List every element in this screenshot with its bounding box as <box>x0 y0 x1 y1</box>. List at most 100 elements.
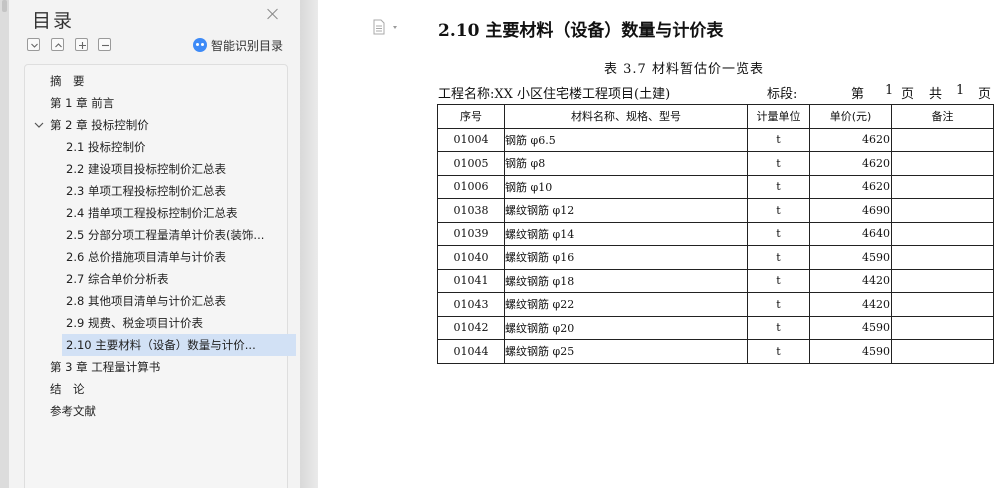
document-page[interactable]: 2.10 主要材料（设备）数量与计价表 表 3.7 材料暂估价一览表 工程名称:… <box>318 0 1006 488</box>
toc-item-2-9[interactable]: 2.9 规费、税金项目计价表 <box>66 312 282 334</box>
table-row: 01005 钢筋 φ8 t 4620 <box>437 151 994 176</box>
toc-item-label: 2.7 综合单价分析表 <box>66 272 169 286</box>
price-cell: 4590 <box>809 315 892 340</box>
table-row: 01006 钢筋 φ10 t 4620 <box>437 174 994 199</box>
toc-item-label: 结 论 <box>50 382 85 396</box>
page-total-prefix: 共 <box>929 87 943 102</box>
toc-item-2-7[interactable]: 2.7 综合单价分析表 <box>66 268 282 290</box>
add-heading-icon[interactable] <box>75 38 88 51</box>
unit-cell: t <box>747 245 810 270</box>
scrollbar-thumb[interactable] <box>2 0 7 12</box>
unit-cell: t <box>747 292 810 317</box>
remark-cell <box>891 198 994 223</box>
toc-item-label: 2.9 规费、税金项目计价表 <box>66 316 203 330</box>
price-cell: 4690 <box>809 198 892 223</box>
remove-heading-icon[interactable] <box>98 38 111 51</box>
table-header-row: 序号 材料名称、规格、型号 计量单位 单价(元) 备注 <box>437 104 994 129</box>
table-row: 01040 螺纹钢筋 φ16 t 4590 <box>437 245 994 270</box>
price-cell: 4420 <box>809 268 892 293</box>
toc-item-references[interactable]: 参考文献 <box>50 400 286 422</box>
remark-cell <box>891 221 994 246</box>
toc-item-label: 2.10 主要材料（设备）数量与计价... <box>66 338 256 352</box>
toc-item-label: 2.2 建设项目投标控制价汇总表 <box>66 162 226 176</box>
toc-navigation-pane: 目录 智能识别目录 摘 要 第 1 章 前言 第 2 章 投标控制价 2.1 投… <box>0 0 300 488</box>
material-name-cell: 钢筋 φ10 <box>504 174 748 199</box>
table-row: 01038 螺纹钢筋 φ12 t 4690 <box>437 198 994 223</box>
collapse-all-icon[interactable] <box>27 38 40 51</box>
code-cell: 01042 <box>437 315 505 340</box>
header-cell: 计量单位 <box>747 104 810 129</box>
price-cell: 4620 <box>809 174 892 199</box>
material-name-cell: 螺纹钢筋 φ14 <box>504 221 748 246</box>
price-cell: 4420 <box>809 292 892 317</box>
toc-item-label: 2.5 分部分项工程量清单计价表(装饰... <box>66 228 265 242</box>
remark-cell <box>891 339 994 364</box>
table-row: 01004 钢筋 φ6.5 t 4620 <box>437 127 994 152</box>
material-name-cell: 钢筋 φ6.5 <box>504 127 748 152</box>
smart-toc-icon <box>193 38 207 52</box>
code-cell: 01005 <box>437 151 505 176</box>
code-cell: 01004 <box>437 127 505 152</box>
close-icon[interactable] <box>266 7 280 21</box>
toc-item-label: 2.3 单项工程投标控制价汇总表 <box>66 184 226 198</box>
toc-item-2-6[interactable]: 2.6 总价措施项目清单与计价表 <box>66 246 282 268</box>
toc-item-2-4[interactable]: 2.4 措单项工程投标控制价汇总表 <box>66 202 282 224</box>
toc-item-chapter-2[interactable]: 第 2 章 投标控制价 <box>50 114 286 136</box>
toc-item-label: 2.1 投标控制价 <box>66 140 146 154</box>
table-row: 01039 螺纹钢筋 φ14 t 4640 <box>437 221 994 246</box>
material-name-cell: 钢筋 φ8 <box>504 151 748 176</box>
material-name-cell: 螺纹钢筋 φ20 <box>504 315 748 340</box>
toc-item-2-8[interactable]: 2.8 其他项目清单与计价汇总表 <box>66 290 282 312</box>
toc-item-2-5[interactable]: 2.5 分部分项工程量清单计价表(装饰... <box>66 224 282 246</box>
toc-list: 摘 要 第 1 章 前言 第 2 章 投标控制价 2.1 投标控制价 2.2 建… <box>24 64 296 488</box>
material-name-cell: 螺纹钢筋 φ12 <box>504 198 748 223</box>
toc-item-2-10[interactable]: 2.10 主要材料（设备）数量与计价... <box>62 334 296 356</box>
page-unit: 页 <box>901 87 915 102</box>
table-caption: 表 3.7 材料暂估价一览表 <box>604 62 764 77</box>
material-name-cell: 螺纹钢筋 φ16 <box>504 245 748 270</box>
toc-item-2-2[interactable]: 2.2 建设项目投标控制价汇总表 <box>66 158 282 180</box>
section-label: 标段: <box>767 87 798 102</box>
toc-item-abstract[interactable]: 摘 要 <box>50 70 286 92</box>
material-name-cell: 螺纹钢筋 φ18 <box>504 268 748 293</box>
toc-item-conclusion[interactable]: 结 论 <box>50 378 286 400</box>
price-cell: 4590 <box>809 339 892 364</box>
table-row: 01044 螺纹钢筋 φ25 t 4590 <box>437 339 994 364</box>
remark-cell <box>891 174 994 199</box>
toc-item-label: 2.6 总价措施项目清单与计价表 <box>66 250 226 264</box>
remark-cell <box>891 315 994 340</box>
toc-item-chapter-1[interactable]: 第 1 章 前言 <box>50 92 286 114</box>
chevron-down-icon[interactable] <box>34 121 44 129</box>
pane-divider[interactable] <box>300 0 320 488</box>
table-row: 01042 螺纹钢筋 φ20 t 4590 <box>437 315 994 340</box>
material-name-cell: 螺纹钢筋 φ22 <box>504 292 748 317</box>
price-cell: 4590 <box>809 245 892 270</box>
code-cell: 01044 <box>437 339 505 364</box>
materials-table: 序号 材料名称、规格、型号 计量单位 单价(元) 备注 01004 钢筋 φ6.5… <box>437 104 994 364</box>
price-cell: 4620 <box>809 151 892 176</box>
toc-item-label: 第 2 章 投标控制价 <box>50 118 149 132</box>
nav-pane-scrollbar[interactable] <box>0 0 9 488</box>
table-row: 01041 螺纹钢筋 φ18 t 4420 <box>437 268 994 293</box>
document-page-icon[interactable] <box>372 19 386 35</box>
toc-item-label: 摘 要 <box>50 74 85 88</box>
remark-cell <box>891 268 994 293</box>
toc-item-label: 2.4 措单项工程投标控制价汇总表 <box>66 206 238 220</box>
unit-cell: t <box>747 221 810 246</box>
nav-pane-title: 目录 <box>32 10 75 32</box>
price-cell: 4620 <box>809 127 892 152</box>
remark-cell <box>891 151 994 176</box>
toc-item-label: 第 3 章 工程量计算书 <box>50 360 161 374</box>
toc-item-chapter-3[interactable]: 第 3 章 工程量计算书 <box>50 356 286 378</box>
header-cell: 备注 <box>891 104 994 129</box>
smart-toc-button[interactable]: 智能识别目录 <box>193 36 283 54</box>
caret-down-icon[interactable] <box>393 26 397 29</box>
page-current: 1 <box>885 83 894 98</box>
page-total-unit: 页 <box>978 87 992 102</box>
unit-cell: t <box>747 339 810 364</box>
project-name: 工程名称:XX 小区住宅楼工程项目(土建) <box>438 87 671 102</box>
toc-item-2-3[interactable]: 2.3 单项工程投标控制价汇总表 <box>66 180 282 202</box>
toc-item-2-1[interactable]: 2.1 投标控制价 <box>66 136 282 158</box>
expand-all-icon[interactable] <box>51 38 64 51</box>
remark-cell <box>891 127 994 152</box>
